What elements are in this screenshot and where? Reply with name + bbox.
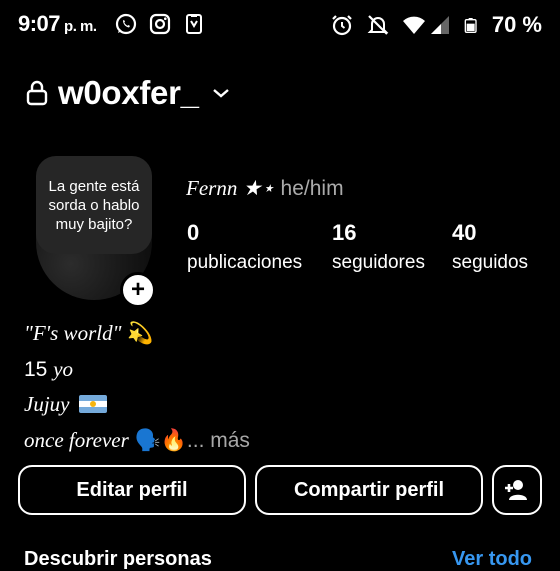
chevron-down-icon[interactable] bbox=[211, 86, 231, 100]
name-line: Fernn ★⋆ he/him bbox=[186, 176, 344, 201]
status-time-value: 9:07 bbox=[18, 11, 61, 36]
status-time: 9:07 p. m. bbox=[18, 11, 97, 37]
display-name: Fernn ★⋆ bbox=[186, 176, 275, 200]
add-story-button[interactable]: + bbox=[120, 272, 156, 308]
status-right-icons: 70 % bbox=[330, 12, 542, 38]
bio-line: Jujuy bbox=[24, 387, 250, 423]
plus-icon: + bbox=[130, 276, 145, 303]
bio-line: 15 yo bbox=[24, 352, 250, 388]
speaking-fire-emoji: 🗣️🔥 bbox=[134, 428, 187, 452]
username: w0oxfer_ bbox=[58, 74, 199, 111]
more-link[interactable]: ... más bbox=[187, 429, 250, 452]
sparkle-emoji: 💫 bbox=[127, 322, 154, 345]
add-person-button[interactable] bbox=[492, 465, 542, 515]
stat-following[interactable]: 40 seguidos bbox=[452, 220, 528, 274]
bio-line: "F's world" 💫 bbox=[24, 316, 250, 352]
stat-label: seguidos bbox=[452, 252, 529, 273]
stat-value: 16 bbox=[332, 220, 357, 245]
stat-label: seguidores bbox=[332, 252, 425, 273]
stat-value: 0 bbox=[187, 220, 200, 245]
battery-icon bbox=[464, 18, 477, 33]
whatsapp-icon bbox=[115, 13, 137, 35]
battery-level: 70 % bbox=[491, 12, 542, 37]
app-notification-icon bbox=[186, 14, 202, 34]
bio-text: "F's world" bbox=[24, 321, 122, 345]
status-bar: 9:07 p. m. 70 % bbox=[0, 0, 560, 48]
avatar-note[interactable]: La gente está sorda o hablo muy bajito? bbox=[36, 156, 152, 254]
alarm-icon bbox=[332, 15, 352, 36]
stat-label: publicaciones bbox=[187, 252, 303, 273]
status-ampm: p. m. bbox=[64, 18, 97, 35]
profile-header[interactable]: w0oxfer_ bbox=[26, 74, 231, 112]
edit-profile-button[interactable]: Editar perfil bbox=[18, 465, 246, 515]
bio-text: 15 bbox=[24, 357, 48, 381]
wifi-icon bbox=[402, 16, 425, 34]
mute-icon bbox=[367, 15, 389, 35]
bio: "F's world" 💫 15 yo Jujuy once forever 🗣… bbox=[24, 316, 250, 458]
instagram-icon bbox=[149, 13, 171, 35]
stat-followers[interactable]: 16 seguidores bbox=[332, 220, 425, 274]
share-profile-label: Compartir perfil bbox=[293, 478, 445, 501]
bio-text: once forever bbox=[24, 427, 129, 452]
lock-icon bbox=[26, 80, 48, 106]
bio-text: Jujuy bbox=[24, 392, 70, 416]
stat-value: 40 bbox=[452, 220, 477, 245]
add-person-icon bbox=[505, 480, 527, 500]
status-left-icons bbox=[114, 12, 206, 36]
argentina-flag-icon bbox=[79, 395, 108, 413]
pronouns: he/him bbox=[280, 177, 344, 200]
avatar[interactable]: La gente está sorda o hablo muy bajito? … bbox=[36, 156, 156, 308]
bio-line: once forever 🗣️🔥... más bbox=[24, 423, 250, 459]
edit-profile-label: Editar perfil bbox=[76, 478, 188, 501]
bio-text: yo bbox=[53, 356, 74, 381]
share-profile-button[interactable]: Compartir perfil bbox=[255, 465, 483, 515]
signal-icon bbox=[430, 16, 449, 34]
stat-posts[interactable]: 0 publicaciones bbox=[187, 220, 302, 274]
